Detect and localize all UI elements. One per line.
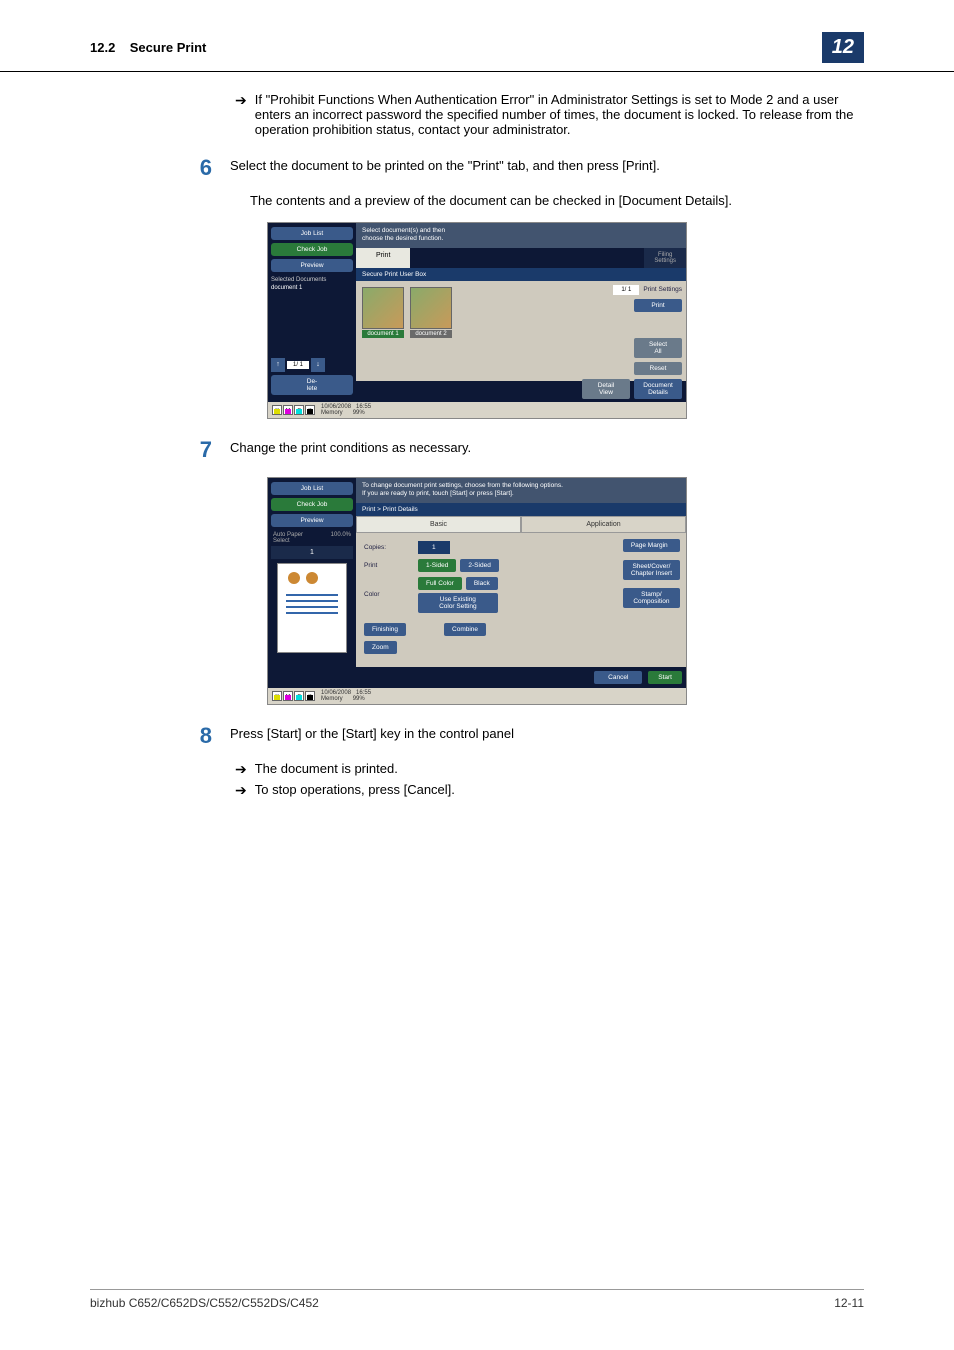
step-6-sub: The contents and a preview of the docume… (250, 193, 864, 208)
copies-label: Copies: (364, 544, 414, 551)
step-7-text: Change the print conditions as necessary… (230, 437, 864, 463)
side-pager: 1/ 1 (287, 361, 309, 369)
status-text-2: 10/06/2008 16:55 Memory 99% (321, 690, 371, 702)
print-button[interactable]: Print (634, 299, 682, 312)
select-all-button[interactable]: Select All (634, 338, 682, 358)
sheet-cover-button[interactable]: Sheet/Cover/ Chapter Insert (623, 560, 680, 580)
preview-thumbnail (277, 563, 347, 653)
footer-page: 12-11 (834, 1296, 864, 1310)
stamp-button[interactable]: Stamp/ Composition (623, 588, 680, 608)
arrow-icon: ➔ (235, 92, 247, 109)
check-job-button[interactable]: Check Job (271, 243, 353, 256)
toner-indicators: YMCK (272, 405, 315, 415)
copies-value[interactable]: 1 (418, 541, 450, 554)
step-7-number: 7 (190, 437, 230, 463)
toner-indicators-2: YMCK (272, 691, 315, 701)
screenshot-1: Job List Check Job Preview Selected Docu… (267, 222, 687, 419)
step-8-text: Press [Start] or the [Start] key in the … (230, 723, 864, 749)
use-existing-color-button[interactable]: Use Existing Color Setting (418, 593, 498, 613)
zoom-button[interactable]: Zoom (364, 641, 397, 654)
arrow-icon: ➔ (235, 782, 247, 799)
delete-button[interactable]: De- lete (271, 375, 353, 395)
box-title-bar: Secure Print User Box (356, 268, 686, 281)
job-list-button-2[interactable]: Job List (271, 482, 353, 495)
document-details-button[interactable]: Document Details (634, 379, 682, 399)
footer-model: bizhub C652/C652DS/C552/C552DS/C452 (90, 1296, 319, 1310)
black-button[interactable]: Black (466, 577, 498, 590)
instruction-text-2: To change document print settings, choos… (356, 478, 686, 503)
down-arrow-button[interactable]: ↓ (311, 358, 325, 372)
up-arrow-button[interactable]: ↑ (271, 358, 285, 372)
color-label: Color (364, 591, 414, 598)
print-label: Print (364, 562, 414, 569)
step-6-text: Select the document to be printed on the… (230, 155, 864, 181)
application-tab[interactable]: Application (521, 516, 686, 533)
step-6-number: 6 (190, 155, 230, 181)
step-8-number: 8 (190, 723, 230, 749)
preview-button-2[interactable]: Preview (271, 514, 353, 527)
full-color-button[interactable]: Full Color (418, 577, 462, 590)
doc-pager: 1/ 1 (613, 285, 639, 295)
preview-button[interactable]: Preview (271, 259, 353, 272)
finishing-button[interactable]: Finishing (364, 623, 406, 636)
doc-thumb-1[interactable]: document 1 (362, 287, 404, 375)
status-text: 10/06/2008 16:55 Memory 99% (321, 404, 371, 416)
instruction-text: Select document(s) and then choose the d… (356, 223, 686, 248)
combine-button[interactable]: Combine (444, 623, 486, 636)
selected-docs-label: Selected Documents (271, 275, 353, 285)
filing-settings-tab[interactable]: Filing Settings (644, 248, 686, 268)
basic-tab[interactable]: Basic (356, 516, 521, 533)
two-sided-button[interactable]: 2-Sided (460, 559, 498, 572)
cancel-button-2[interactable]: Cancel (594, 671, 642, 684)
check-job-button-2[interactable]: Check Job (271, 498, 353, 511)
doc-thumb-2[interactable]: document 2 (410, 287, 452, 375)
step-8-sub2: To stop operations, press [Cancel]. (255, 782, 455, 797)
detail-view-button[interactable]: Detail View (582, 379, 630, 399)
section-title: 12.2 Secure Print (90, 40, 206, 55)
job-list-button[interactable]: Job List (271, 227, 353, 240)
step-8-sub1: The document is printed. (255, 761, 398, 776)
breadcrumb: Print > Print Details (356, 503, 686, 516)
screenshot-2: Job List Check Job Preview Auto Paper Se… (267, 477, 687, 705)
start-button[interactable]: Start (648, 671, 682, 684)
one-sided-button[interactable]: 1-Sided (418, 559, 456, 572)
page-margin-button[interactable]: Page Margin (623, 539, 680, 552)
chapter-badge: 12 (822, 32, 864, 63)
arrow-icon: ➔ (235, 761, 247, 778)
print-settings-label: Print Settings (643, 286, 682, 293)
print-tab[interactable]: Print (356, 248, 410, 268)
reset-button[interactable]: Reset (634, 362, 682, 375)
note-text: If "Prohibit Functions When Authenticati… (255, 92, 864, 137)
